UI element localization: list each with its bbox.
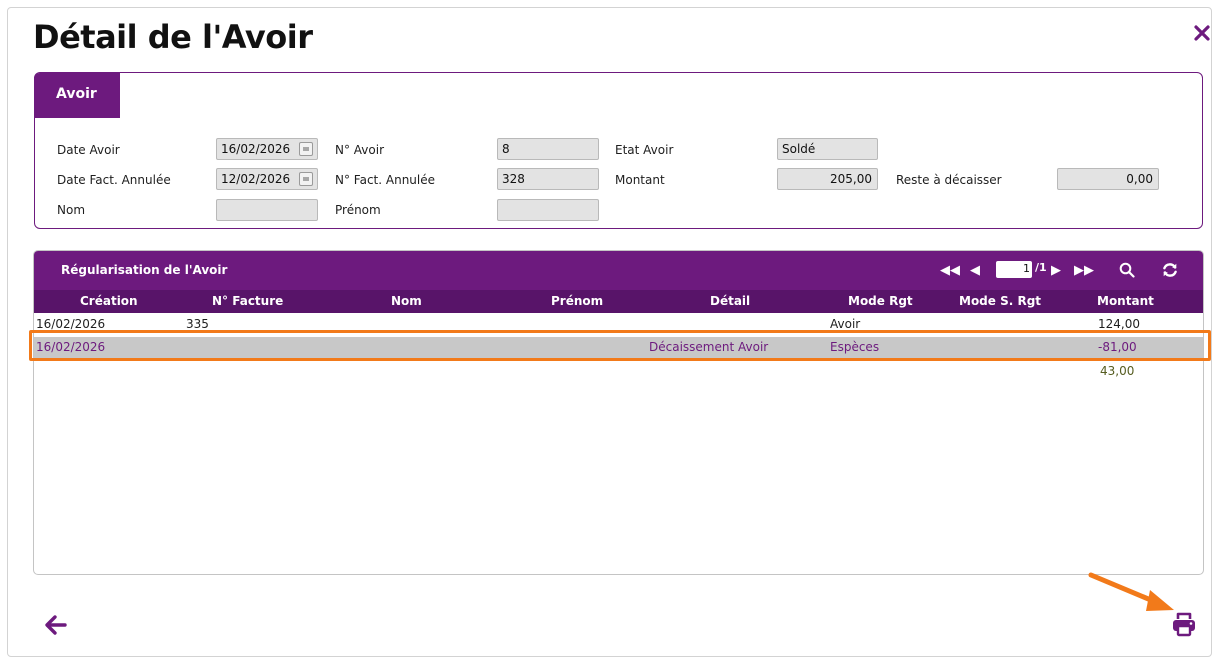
- num-fact-annulee-field[interactable]: 328: [497, 168, 599, 190]
- next-page-icon[interactable]: ▶: [1051, 264, 1061, 278]
- date-fact-annulee-value: 12/02/2026: [221, 172, 291, 186]
- num-avoir-label: N° Avoir: [335, 143, 385, 157]
- calendar-icon[interactable]: [299, 172, 313, 186]
- refresh-icon[interactable]: [1161, 261, 1179, 279]
- arrow-left-icon[interactable]: [43, 612, 69, 638]
- col-mode-rgt[interactable]: Mode Rgt: [848, 294, 913, 308]
- last-page-icon[interactable]: ▶▶: [1074, 264, 1094, 278]
- regularisation-header: Régularisation de l'Avoir ◀◀ ◀ 1 /1 ▶ ▶▶: [34, 251, 1203, 290]
- col-montant[interactable]: Montant: [1097, 294, 1154, 308]
- col-detail[interactable]: Détail: [710, 294, 750, 308]
- num-avoir-field[interactable]: 8: [497, 138, 599, 160]
- montant-field[interactable]: 205,00: [777, 168, 878, 190]
- first-page-icon[interactable]: ◀◀: [940, 264, 960, 278]
- page-title: Détail de l'Avoir: [33, 18, 313, 56]
- reste-label: Reste à décaisser: [896, 173, 1002, 187]
- etat-avoir-label: Etat Avoir: [615, 143, 674, 157]
- table-row[interactable]: 16/02/2026 335 Avoir 124,00: [34, 314, 1203, 336]
- prev-page-icon[interactable]: ◀: [970, 264, 980, 278]
- col-prenom[interactable]: Prénom: [551, 294, 603, 308]
- date-avoir-label: Date Avoir: [57, 143, 120, 157]
- num-fact-annulee-label: N° Fact. Annulée: [335, 173, 436, 187]
- date-avoir-field[interactable]: 16/02/2026: [216, 138, 318, 160]
- page-number-input[interactable]: 1: [996, 261, 1032, 278]
- table-row[interactable]: 16/02/2026 Décaissement Avoir Espèces -8…: [34, 337, 1203, 359]
- cell-creation: 16/02/2026: [36, 340, 106, 354]
- date-fact-annulee-field[interactable]: 12/02/2026: [216, 168, 318, 190]
- table-header: Création N° Facture Nom Prénom Détail Mo…: [34, 290, 1203, 313]
- regularisation-title: Régularisation de l'Avoir: [61, 263, 228, 277]
- cell-mode-rgt: Avoir: [830, 317, 861, 331]
- printer-icon[interactable]: [1170, 610, 1198, 638]
- cell-detail: Décaissement Avoir: [649, 340, 769, 354]
- col-num-facture[interactable]: N° Facture: [212, 294, 283, 308]
- montant-label: Montant: [615, 173, 665, 187]
- date-avoir-value: 16/02/2026: [221, 142, 291, 156]
- etat-avoir-field[interactable]: Soldé: [777, 138, 878, 160]
- page-total: /1: [1035, 261, 1047, 274]
- nom-field[interactable]: [216, 199, 318, 221]
- total-row: 43,00: [34, 361, 1203, 381]
- col-creation[interactable]: Création: [80, 294, 138, 308]
- prenom-label: Prénom: [335, 203, 381, 217]
- prenom-field[interactable]: [497, 199, 599, 221]
- col-mode-s-rgt[interactable]: Mode S. Rgt: [959, 294, 1041, 308]
- nom-label: Nom: [57, 203, 86, 217]
- calendar-icon[interactable]: [299, 142, 313, 156]
- regularisation-panel: Régularisation de l'Avoir ◀◀ ◀ 1 /1 ▶ ▶▶…: [33, 250, 1204, 575]
- date-fact-annulee-label: Date Fact. Annulée: [57, 173, 171, 187]
- cell-creation: 16/02/2026: [36, 317, 106, 331]
- cell-num-facture: 335: [186, 317, 209, 331]
- tab-avoir[interactable]: Avoir: [34, 73, 120, 118]
- cell-mode-rgt: Espèces: [830, 340, 880, 354]
- cell-montant: -81,00: [1098, 340, 1137, 354]
- search-icon[interactable]: [1119, 262, 1135, 278]
- col-nom[interactable]: Nom: [391, 294, 422, 308]
- reste-field[interactable]: 0,00: [1057, 168, 1159, 190]
- close-icon[interactable]: [1193, 24, 1211, 42]
- total-montant: 43,00: [1100, 364, 1135, 378]
- page: Détail de l'Avoir Avoir Date Avoir 16/02…: [0, 0, 1217, 660]
- cell-montant: 124,00: [1098, 317, 1140, 331]
